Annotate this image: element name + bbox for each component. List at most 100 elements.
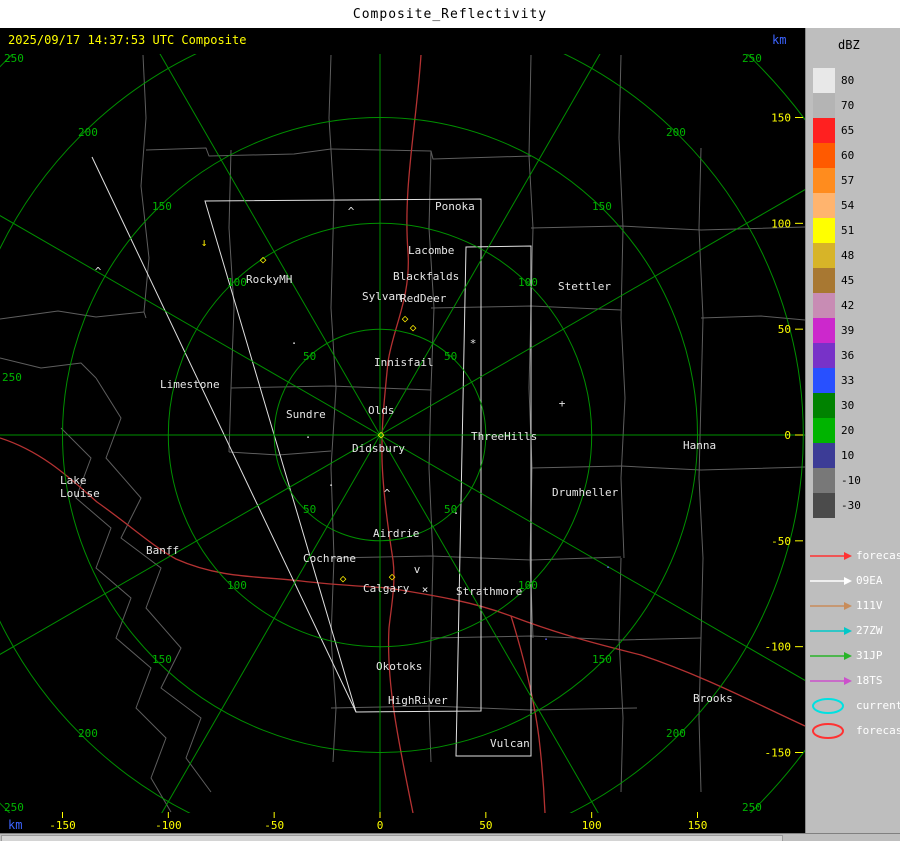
legend-level: 20 (813, 418, 861, 443)
legend-value: 33 (841, 374, 854, 387)
axis-tick-label: 100 (771, 217, 791, 230)
axis-tick-label: 150 (688, 819, 708, 832)
legend-level: 70 (813, 93, 861, 118)
legend-level: 33 (813, 368, 861, 393)
legend-level: 54 (813, 193, 861, 218)
legend-level: 36 (813, 343, 861, 368)
track-label: forecast (856, 549, 900, 562)
track-legend-item: 31JP (808, 643, 900, 668)
legend-swatch (813, 393, 835, 418)
legend-level: 60 (813, 143, 861, 168)
station-marker: × (422, 583, 429, 596)
scrollbar-thumb[interactable] (1, 835, 783, 841)
station-marker: · (453, 507, 460, 520)
legend-value: 48 (841, 249, 854, 262)
legend-swatch (813, 193, 835, 218)
city-label: Blackfalds (393, 270, 459, 283)
legend-swatch (813, 368, 835, 393)
city-label: Limestone (160, 378, 220, 391)
legend-level: 42 (813, 293, 861, 318)
radar-coverage-outline (92, 157, 531, 756)
axis-tick-label: -100 (155, 819, 182, 832)
legend-level: 65 (813, 118, 861, 143)
legend-swatch (813, 268, 835, 293)
range-ring-label: 50 (303, 503, 316, 516)
axis-tick-label: -100 (765, 641, 792, 654)
station-marker: + (559, 397, 566, 410)
legend-value: 70 (841, 99, 854, 112)
legend-value: 36 (841, 349, 854, 362)
city-label: Louise (60, 487, 100, 500)
legend-swatch (813, 143, 835, 168)
legend-value: 65 (841, 124, 854, 137)
city-label: HighRiver (388, 694, 448, 707)
legend-swatch (813, 318, 835, 343)
track-legend-item: 09EA (808, 568, 900, 593)
town-marker: ◇ (389, 570, 396, 583)
legend-level: 80 (813, 68, 861, 93)
city-label: Ponoka (435, 200, 475, 213)
track-arrow-icon (808, 572, 854, 590)
city-label: ThreeHills (471, 430, 537, 443)
axis-tick-label: 0 (377, 819, 384, 832)
city-label: Banff (146, 544, 179, 557)
range-ring-grid (0, 0, 805, 833)
legend-value: 45 (841, 274, 854, 287)
city-label: Cochrane (303, 552, 356, 565)
track-ellipse-icon (808, 697, 854, 715)
horizontal-scrollbar[interactable] (0, 833, 900, 841)
legend-level: -30 (813, 493, 861, 518)
legend-value: 54 (841, 199, 854, 212)
legend-swatch (813, 343, 835, 368)
range-ring-label: 150 (592, 653, 612, 666)
legend-value: 30 (841, 399, 854, 412)
legend-value: 42 (841, 299, 854, 312)
track-label: forecast (856, 724, 900, 737)
track-legend-item: current (808, 693, 900, 718)
legend-value: 60 (841, 149, 854, 162)
track-legend-item: 18TS (808, 668, 900, 693)
range-ring-label: 250 (2, 371, 22, 384)
legend-swatch (813, 293, 835, 318)
station-marker: · (543, 633, 550, 646)
legend-swatch (813, 443, 835, 468)
axis-tick-label: -150 (765, 747, 792, 760)
legend-value: 39 (841, 324, 854, 337)
range-ring-label: 250 (4, 52, 24, 65)
track-label: 18TS (856, 674, 883, 687)
axis-tick-label: -50 (771, 535, 791, 548)
legend-panel: dBZ 80706560575451484542393633302010-10-… (805, 28, 900, 833)
range-ring-label: 200 (78, 126, 98, 139)
axis-tick-label: 50 (479, 819, 492, 832)
legend-value: 57 (841, 174, 854, 187)
track-label: 09EA (856, 574, 883, 587)
track-arrow-icon (808, 622, 854, 640)
legend-swatch (813, 418, 835, 443)
axis-tick-label: -150 (49, 819, 76, 832)
city-label: Airdrie (373, 527, 419, 540)
range-ring-label: 150 (152, 653, 172, 666)
city-label: Sundre (286, 408, 326, 421)
range-ring-label: 250 (742, 801, 762, 814)
station-marker: · (291, 337, 298, 350)
track-arrow-marker: ↓ (201, 236, 208, 249)
city-label: Lacombe (408, 244, 454, 257)
legend-level: 10 (813, 443, 861, 468)
reflectivity-color-scale: 80706560575451484542393633302010-10-30 (813, 68, 861, 518)
range-ring-label: 200 (78, 727, 98, 740)
city-label: Sylvan (362, 290, 402, 303)
range-ring-label: 200 (666, 126, 686, 139)
city-label: Stettler (558, 280, 611, 293)
track-legend-item: forecast (808, 543, 900, 568)
town-marker: ◇ (340, 572, 347, 585)
town-marker: ◇ (260, 253, 267, 266)
city-label: Olds (368, 404, 395, 417)
radar-map-canvas[interactable]: 2502001501005025020015010050501001502002… (0, 0, 805, 833)
track-label: 111V (856, 599, 883, 612)
legend-swatch (813, 68, 835, 93)
station-marker: · (305, 431, 312, 444)
legend-swatch (813, 118, 835, 143)
track-arrow-icon (808, 647, 854, 665)
city-label: Innisfail (374, 356, 434, 369)
track-legend-item: 111V (808, 593, 900, 618)
